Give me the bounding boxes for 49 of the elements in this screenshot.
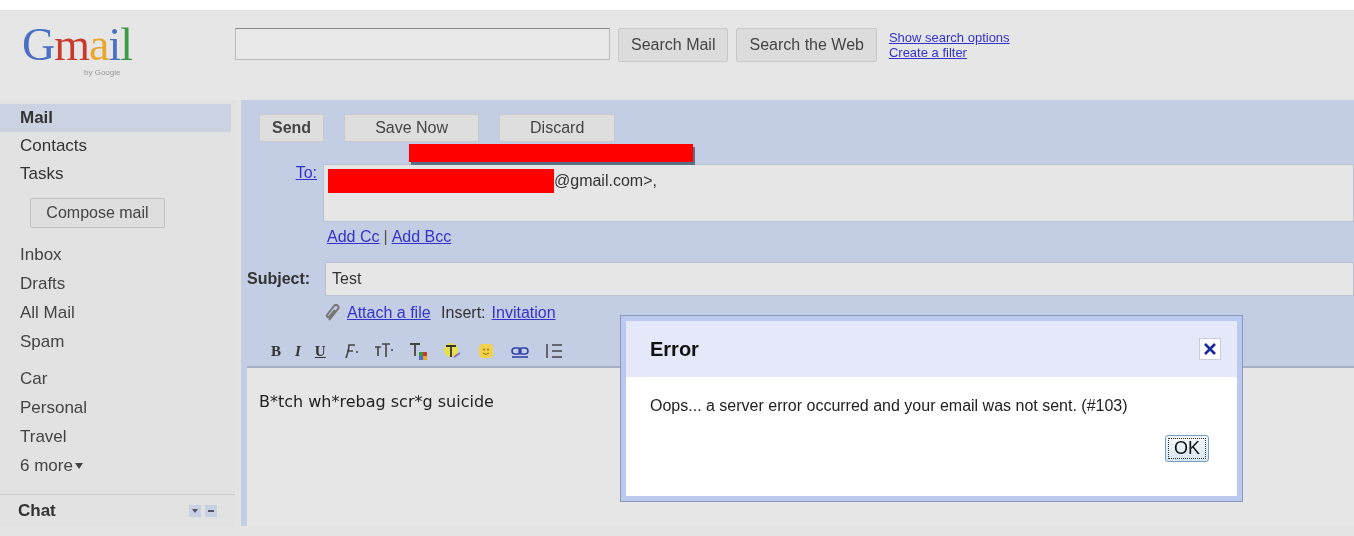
search-field[interactable] [235,28,610,60]
label-item[interactable]: Travel [0,422,67,451]
search-link[interactable]: Show search options [888,30,1010,45]
paperclip-icon[interactable] [325,304,341,322]
attach-file-link[interactable]: Attach a file [347,304,431,322]
logo-subtitle: by Google [84,68,121,77]
compose-action-button[interactable]: Save Now [344,114,480,142]
nav-item[interactable]: Tasks [0,160,64,188]
nav-item[interactable]: Mail [0,104,231,132]
search-link[interactable]: Create a filter [888,45,1010,60]
gmail-logo[interactable]: Gmail [22,22,132,68]
more-labels-link[interactable]: 6 more [20,451,73,480]
invitation-link[interactable]: Invitation [491,304,556,322]
underline-button[interactable]: U [314,342,326,360]
subject-label: Subject: [246,270,312,288]
compose-action-button[interactable]: Send [259,114,325,142]
chat-heading: Chat [18,500,56,521]
highlight-icon[interactable] [441,341,462,361]
search-button[interactable]: Search Mail [618,28,729,62]
close-button[interactable] [1199,338,1221,360]
close-icon[interactable] [1204,343,1216,355]
text-color-icon[interactable] [407,341,428,361]
nav-item[interactable]: Contacts [0,132,88,160]
minimize-icon[interactable] [205,504,217,517]
folder-item[interactable]: Drafts [0,269,66,298]
italic-button[interactable]: I [295,342,301,360]
ok-button[interactable]: OK [1165,435,1209,462]
search-button[interactable]: Search the Web [736,28,877,62]
error-message: Oops... a server error occurred and your email was not sent. (#103) [650,397,1129,415]
add-bcc-link[interactable]: Add Bcc [391,228,452,254]
dialog-title: Error [650,337,699,361]
folder-item[interactable]: All Mail [0,298,75,327]
label-item[interactable]: Personal [0,393,88,422]
add-cc-link[interactable]: Add Cc [327,228,380,254]
to-field[interactable]: @gmail.com>, [323,164,1354,222]
compose-action-button[interactable]: Discard [499,114,616,142]
compose-button[interactable]: Compose mail [30,198,165,228]
caret-icon[interactable] [74,462,83,469]
folder-item[interactable]: Inbox [0,240,62,269]
folder-item[interactable]: Spam [0,327,65,356]
label-item[interactable]: Car [0,364,48,393]
message-body: B*tch wh*rebag scr*g suicide [259,392,494,411]
dropdown-icon[interactable] [189,504,201,517]
bold-button[interactable]: B [271,342,281,360]
separator: | [383,228,388,247]
subject-field[interactable]: Test [325,262,1354,296]
numbered-list-icon[interactable] [543,341,564,361]
insert-label: Insert: [440,304,486,322]
to-link[interactable]: To: [295,164,317,181]
